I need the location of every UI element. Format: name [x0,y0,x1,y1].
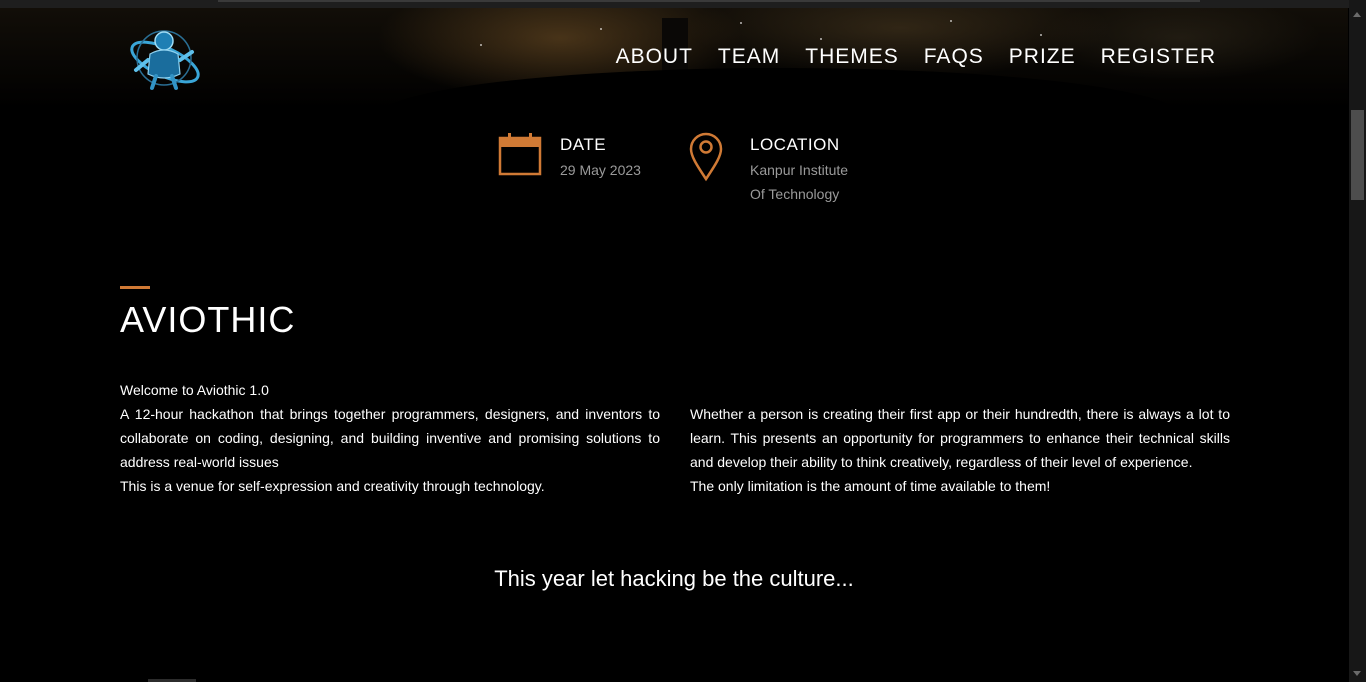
star [950,20,952,22]
main-nav: ABOUT TEAM THEMES FAQS PRIZE REGISTER [616,44,1216,70]
star [1040,34,1042,36]
browser-top-strip [0,0,1366,8]
nav-faqs[interactable]: FAQS [924,44,984,70]
page-scrollbar[interactable] [1349,0,1366,682]
section-accent-bar [120,286,150,289]
date-block: DATE 29 May 2023 [498,132,641,182]
star [600,28,602,30]
hero-hill-silhouette [380,68,1180,116]
about-opportunity: Whether a person is creating their first… [690,406,1230,470]
date-value: 29 May 2023 [560,162,641,178]
about-venue: This is a venue for self-expression and … [120,478,545,494]
map-pin-icon [688,132,732,182]
nav-prize[interactable]: PRIZE [1009,44,1076,70]
astronaut-logo[interactable] [124,24,206,94]
location-text: LOCATION Kanpur Institute Of Technology [750,132,848,206]
calendar-icon [498,132,542,180]
location-block: LOCATION Kanpur Institute Of Technology [688,132,848,206]
star [480,44,482,46]
about-right-column: Whether a person is creating their first… [690,402,1230,498]
scrollbar-thumb[interactable] [1351,110,1364,200]
astronaut-logo-icon [130,30,200,90]
nav-about[interactable]: ABOUT [616,44,693,70]
section-title: AVIOTHIC [120,299,296,340]
about-description: A 12-hour hackathon that brings together… [120,406,660,470]
top-strip-line [218,0,1200,2]
page: ABOUT TEAM THEMES FAQS PRIZE REGISTER DA… [0,0,1366,682]
date-text: DATE 29 May 2023 [560,132,641,182]
scroll-up-arrow-icon[interactable] [1353,12,1361,17]
nav-team[interactable]: TEAM [718,44,780,70]
about-limitation: The only limitation is the amount of tim… [690,478,1051,494]
tagline: This year let hacking be the culture... [494,566,854,591]
star [820,38,822,40]
nav-register[interactable]: REGISTER [1101,44,1216,70]
about-welcome: Welcome to Aviothic 1.0 [120,382,269,398]
about-left-column: Welcome to Aviothic 1.0 A 12-hour hackat… [120,378,660,498]
scroll-down-arrow-icon[interactable] [1353,671,1361,676]
location-line-2: Of Technology [750,186,840,202]
date-title: DATE [560,135,607,154]
star [740,22,742,24]
location-title: LOCATION [750,135,840,154]
location-line-1: Kanpur Institute [750,162,849,178]
nav-themes[interactable]: THEMES [805,44,899,70]
